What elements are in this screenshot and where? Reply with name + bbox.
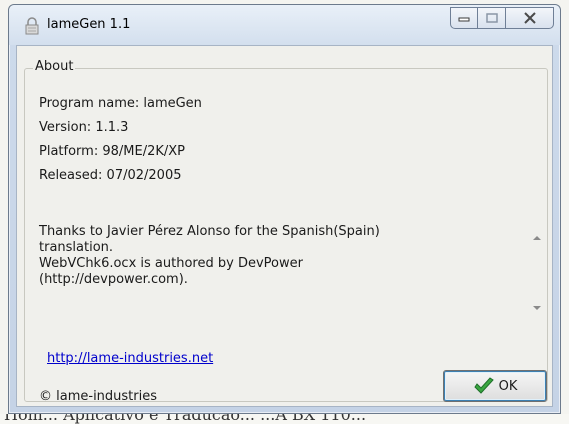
website-link[interactable]: http://lame-industries.net — [47, 351, 213, 366]
scroll-down-arrow-icon[interactable] — [532, 304, 542, 312]
copyright-text: © lame-industries — [39, 389, 158, 404]
credits-line: (http://devpower.com). — [39, 272, 188, 287]
about-legend: About — [33, 59, 76, 74]
credits-line: WebVChk6.ocx is authored by DevPower — [39, 256, 303, 271]
program-name-text: Program name: lameGen — [39, 96, 202, 111]
close-icon — [523, 12, 536, 24]
window-title: lameGen 1.1 — [47, 17, 131, 32]
about-dialog-window: lameGen 1.1 About Program name: lameGen … — [8, 4, 561, 414]
ok-label: OK — [498, 378, 518, 394]
dialog-body: About Program name: lameGen Version: 1.1… — [16, 45, 553, 407]
lock-icon — [25, 17, 39, 35]
platform-text: Platform: 98/ME/2K/XP — [39, 144, 185, 159]
scroll-up-arrow-icon[interactable] — [532, 234, 542, 242]
credits-textbox[interactable]: Thanks to Javier Pérez Alonso for the Sp… — [39, 224, 501, 324]
title-bar[interactable]: lameGen 1.1 — [9, 5, 560, 45]
credits-line: Thanks to Javier Pérez Alonso for the Sp… — [39, 224, 380, 239]
ok-button[interactable]: OK — [443, 370, 547, 402]
maximize-icon — [485, 13, 498, 23]
background-text: Hom... Aplicativo e Traducao... ...A BX … — [4, 414, 367, 424]
credits-line: translation. — [39, 240, 114, 255]
checkmark-icon — [473, 377, 494, 394]
caption-buttons — [450, 7, 554, 29]
minimize-button[interactable] — [450, 7, 478, 29]
minimize-icon — [458, 17, 470, 22]
close-button[interactable] — [506, 7, 554, 29]
background-document-strip: Hom... Aplicativo e Traducao... ...A BX … — [0, 414, 569, 424]
version-text: Version: 1.1.3 — [39, 120, 129, 135]
released-text: Released: 07/02/2005 — [39, 168, 182, 183]
maximize-button[interactable] — [478, 7, 506, 29]
